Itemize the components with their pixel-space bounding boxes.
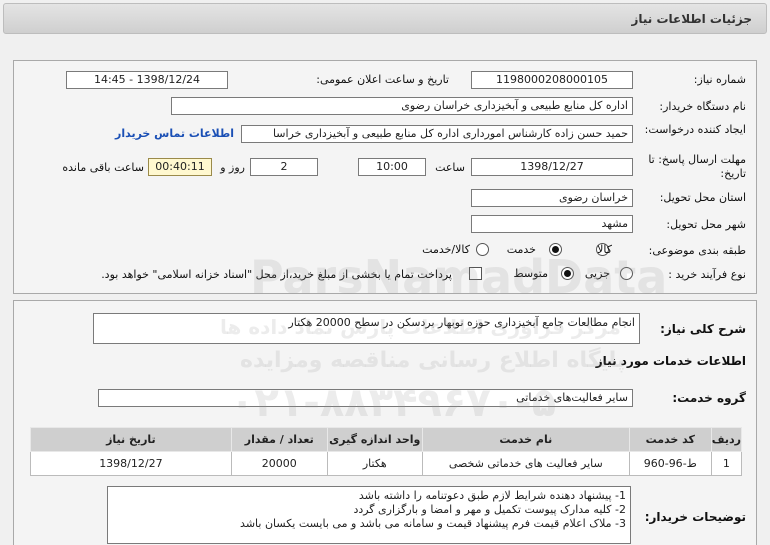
buyer-label: نام دستگاه خریدار: xyxy=(659,100,746,113)
deadline-time-field: 10:00 xyxy=(358,158,426,176)
title-bar: جزئیات اطلاعات نیاز xyxy=(3,3,767,34)
buyer-contact-link[interactable]: اطلاعات تماس خریدار xyxy=(115,127,234,140)
payment-note: پرداخت تمام یا بخشی از مبلغ خرید،از محل … xyxy=(101,268,452,281)
col-date-header: تاریخ نیاز xyxy=(30,427,232,452)
description-field: انجام مطالعات جامع آبخیزداری حوزه نوبهار… xyxy=(93,313,640,344)
category-option-goods: کالا xyxy=(597,243,612,256)
days-field: 2 xyxy=(250,158,318,176)
cell-date: 1398/12/27 xyxy=(30,451,232,476)
service-group-field: سایر فعالیت‌های خدماتی xyxy=(98,389,633,407)
buyer-notes: 1- پیشنهاد دهنده شرایط لازم طبق دعوتنامه… xyxy=(107,486,631,544)
note-line: 2- کلیه مدارک پیوست تکمیل و مهر و امضا و… xyxy=(353,503,626,516)
cell-name: سایر فعالیت های خدماتی شخصی xyxy=(421,451,630,476)
creator-label: ایجاد کننده درخواست: xyxy=(644,123,746,136)
city-field: مشهد xyxy=(471,215,633,233)
category-radio-goods-service[interactable] xyxy=(476,243,489,256)
category-option-service: خدمت xyxy=(506,243,536,256)
deadline-time-label: ساعت xyxy=(435,161,465,174)
process-radio-medium[interactable] xyxy=(561,267,574,280)
announce-label: تاریخ و ساعت اعلان عمومی: xyxy=(316,73,449,86)
process-option-minor: جزیی xyxy=(584,267,610,280)
services-table-header: ردیف کد خدمت نام خدمت واحد اندازه گیری ت… xyxy=(30,427,743,452)
remaining-label: ساعت باقی مانده xyxy=(62,161,144,174)
note-line: 3- ملاک اعلام قیمت فرم پیشنهاد قیمت و سا… xyxy=(240,517,626,530)
remaining-time-field: 00:40:11 xyxy=(148,158,212,176)
city-label: شهر محل تحویل: xyxy=(666,218,746,231)
services-table: ردیف کد خدمت نام خدمت واحد اندازه گیری ت… xyxy=(30,427,743,476)
cell-row: 1 xyxy=(710,451,743,476)
col-quantity-header: تعداد / مقدار xyxy=(230,427,328,452)
category-radio-service[interactable] xyxy=(549,243,562,256)
need-number-field: 1198000208000105 xyxy=(471,71,633,89)
description-label: شرح کلی نیاز: xyxy=(660,322,746,336)
notes-label: توضیحات خریدار: xyxy=(644,510,746,524)
col-unit-header: واحد اندازه گیری xyxy=(326,427,423,452)
process-option-medium: متوسط xyxy=(513,267,548,280)
announce-field: 1398/12/24 - 14:45 xyxy=(66,71,228,89)
process-radio-minor[interactable] xyxy=(620,267,633,280)
deadline-label: مهلت ارسال پاسخ: تا تاریخ: xyxy=(648,153,746,180)
buyer-field: اداره کل منابع طبیعی و آبخیزداری خراسان … xyxy=(171,97,633,115)
page-title: جزئیات اطلاعات نیاز xyxy=(631,12,752,26)
creator-field: حمید حسن زاده کارشناس امورداری اداره کل … xyxy=(241,125,633,143)
deadline-date-field: 1398/12/27 xyxy=(471,158,633,176)
need-number-label: شماره نیاز: xyxy=(693,73,746,86)
days-label: روز و xyxy=(220,161,245,174)
treasury-payment-checkbox[interactable] xyxy=(469,267,482,280)
services-section-title: اطلاعات خدمات مورد نیاز xyxy=(595,354,746,368)
cell-quantity: 20000 xyxy=(230,451,328,476)
table-row: 1 ط-96-960 سایر فعالیت های خدماتی شخصی ه… xyxy=(30,451,743,476)
province-field: خراسان رضوی xyxy=(471,189,633,207)
cell-unit: هکتار xyxy=(326,451,423,476)
service-group-label: گروه خدمت: xyxy=(672,391,746,405)
province-label: استان محل تحویل: xyxy=(659,191,746,204)
category-option-goods-service: کالا/خدمت xyxy=(422,243,470,256)
col-row-header: ردیف xyxy=(710,427,743,452)
process-label: نوع فرآیند خرید : xyxy=(668,268,746,281)
note-line: 1- پیشنهاد دهنده شرایط لازم طبق دعوتنامه… xyxy=(358,489,626,502)
col-code-header: کد خدمت xyxy=(628,427,712,452)
cell-code: ط-96-960 xyxy=(628,451,712,476)
category-label: طبقه بندی موضوعی: xyxy=(648,244,746,257)
col-name-header: نام خدمت xyxy=(421,427,630,452)
